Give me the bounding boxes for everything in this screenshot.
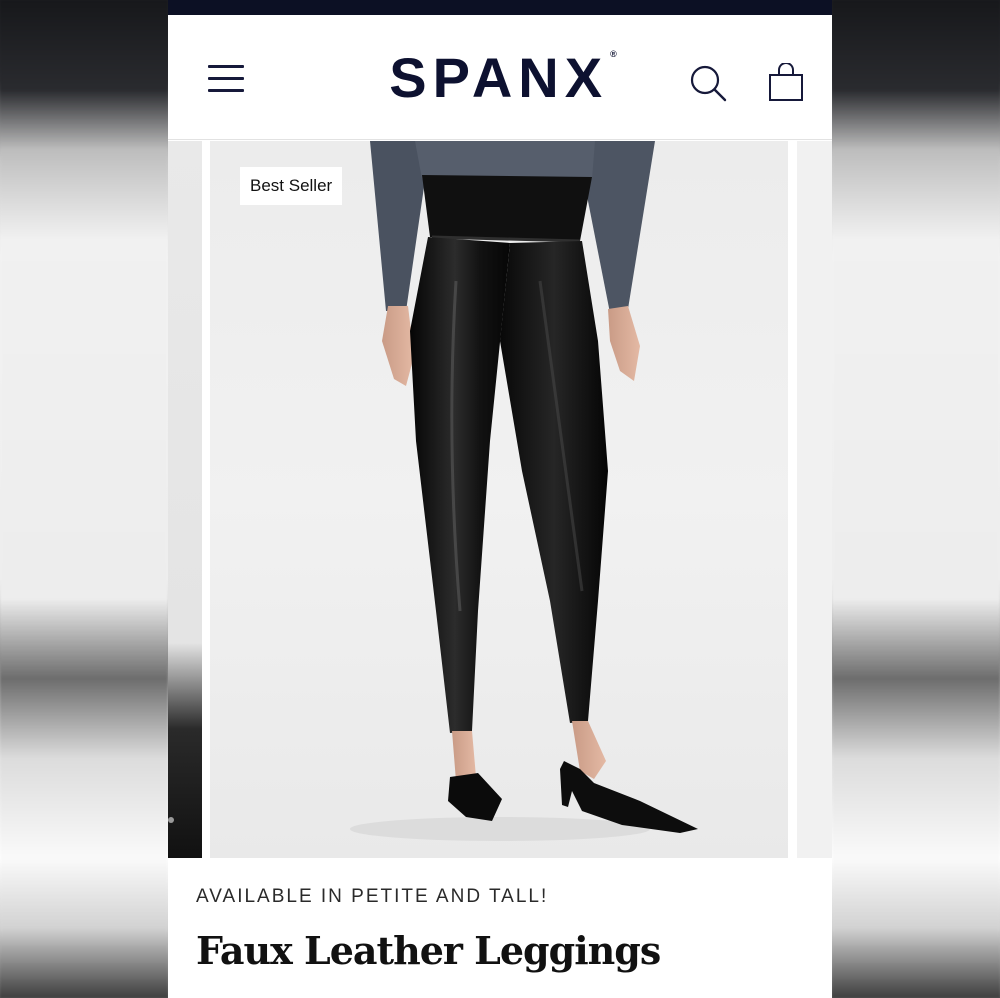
background-left-blur bbox=[0, 0, 168, 998]
next-slide-preview[interactable] bbox=[797, 141, 832, 858]
status-strip bbox=[168, 0, 832, 15]
product-info: AVAILABLE IN PETITE AND TALL! Faux Leath… bbox=[168, 858, 832, 998]
brand-logo[interactable]: SPANX ® bbox=[358, 45, 648, 110]
carousel-dot bbox=[168, 817, 174, 823]
product-image-slide[interactable]: Best Seller bbox=[210, 141, 788, 858]
previous-slide-preview[interactable] bbox=[168, 141, 202, 858]
product-photo bbox=[350, 141, 698, 841]
registered-mark: ® bbox=[610, 49, 617, 59]
best-seller-badge: Best Seller bbox=[240, 167, 343, 205]
site-header: SPANX ® bbox=[168, 15, 832, 140]
search-icon[interactable] bbox=[688, 63, 728, 103]
size-availability-note: AVAILABLE IN PETITE AND TALL! bbox=[196, 886, 549, 907]
shopping-bag-icon[interactable] bbox=[766, 63, 806, 103]
product-image-carousel[interactable]: Best Seller bbox=[168, 141, 832, 858]
phone-screen: SPANX ® Best Seller AVAILABLE IN PETITE … bbox=[168, 0, 832, 998]
brand-name: SPANX bbox=[389, 46, 609, 109]
background-right-blur bbox=[832, 0, 1000, 998]
product-title: Faux Leather Leggings bbox=[196, 928, 661, 973]
menu-icon[interactable] bbox=[208, 63, 246, 93]
